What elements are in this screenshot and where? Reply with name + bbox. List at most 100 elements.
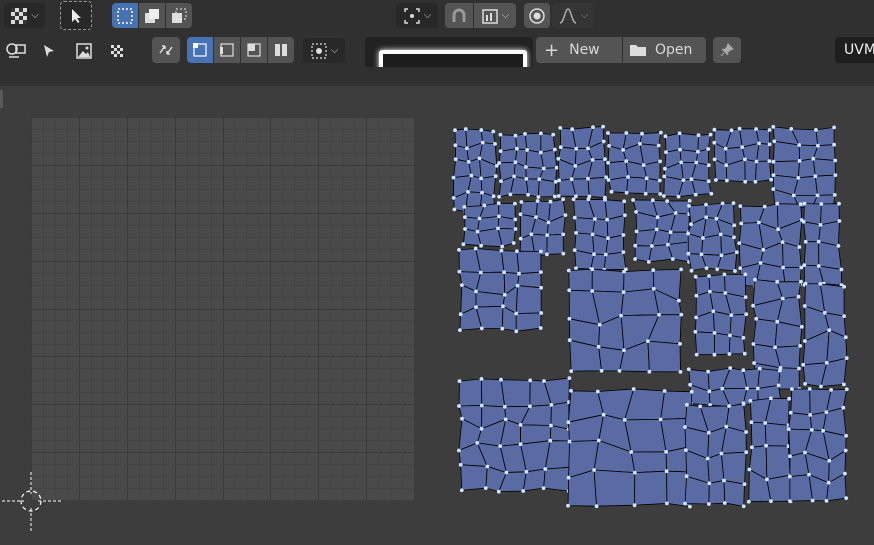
uv-vertex[interactable] — [762, 204, 767, 209]
uv-island[interactable] — [631, 198, 692, 264]
uv-vertex[interactable] — [751, 303, 755, 308]
uv-vertex[interactable] — [798, 202, 803, 207]
uv-vertex[interactable] — [451, 175, 456, 180]
uv-vertex[interactable] — [515, 146, 519, 151]
uv-vertex[interactable] — [453, 157, 458, 162]
uv-vertex[interactable] — [816, 264, 821, 268]
uv-face[interactable] — [630, 451, 668, 474]
uv-vertex[interactable] — [788, 474, 792, 479]
uv-vertex[interactable] — [718, 232, 723, 237]
uv-vertex[interactable] — [688, 382, 692, 387]
uv-vertex[interactable] — [650, 244, 654, 248]
uv-vertex[interactable] — [728, 333, 732, 338]
uv-face[interactable] — [815, 126, 835, 147]
uv-island[interactable] — [801, 281, 849, 389]
uv-face[interactable] — [634, 470, 668, 506]
uv-vertex[interactable] — [515, 283, 520, 288]
uv-vertex[interactable] — [528, 404, 532, 409]
uv-vertex[interactable] — [485, 464, 490, 469]
uv-vertex[interactable] — [632, 470, 637, 475]
uv-vertex[interactable] — [689, 268, 694, 273]
uv-face[interactable] — [623, 269, 655, 293]
uv-vertex[interactable] — [482, 203, 487, 208]
uv-vertex[interactable] — [524, 469, 529, 474]
uv-face[interactable] — [574, 217, 596, 235]
uv-vertex[interactable] — [767, 159, 772, 163]
uv-vertex[interactable] — [704, 202, 708, 207]
uv-vertex[interactable] — [802, 304, 807, 308]
uv-vertex[interactable] — [508, 192, 513, 197]
uv-vertex[interactable] — [714, 216, 719, 221]
uv-vertex[interactable] — [609, 189, 614, 194]
uv-vertex[interactable] — [818, 282, 823, 286]
uv-vertex[interactable] — [591, 125, 595, 129]
uv-vertex[interactable] — [807, 387, 812, 391]
uv-vertex[interactable] — [741, 504, 746, 509]
uv-face[interactable] — [500, 379, 531, 408]
uv-vertex[interactable] — [799, 324, 804, 329]
uv-vertex[interactable] — [662, 389, 667, 393]
uv-vertex[interactable] — [741, 368, 746, 373]
uv-vertex[interactable] — [466, 190, 470, 194]
uv-vertex[interactable] — [515, 249, 519, 254]
uv-vertex[interactable] — [706, 369, 710, 374]
uv-vertex[interactable] — [799, 279, 803, 284]
uv-face[interactable] — [592, 233, 609, 255]
uv-vertex[interactable] — [621, 250, 626, 255]
uv-vertex[interactable] — [538, 326, 543, 330]
uv-vertex[interactable] — [658, 192, 663, 196]
uv-vertex[interactable] — [597, 322, 602, 327]
uv-vertex[interactable] — [796, 294, 801, 299]
new-image-button[interactable]: + New — [536, 37, 622, 63]
uv-vertex[interactable] — [778, 368, 782, 373]
uv-vertex[interactable] — [773, 345, 777, 350]
uv-vertex[interactable] — [542, 379, 546, 383]
uv-vertex[interactable] — [574, 146, 579, 151]
uv-face[interactable] — [624, 418, 667, 453]
uv-island[interactable] — [693, 272, 749, 357]
uv-vertex[interactable] — [551, 132, 556, 137]
uv-vertex[interactable] — [738, 266, 743, 270]
uv-vertex[interactable] — [658, 159, 662, 164]
uv-vertex[interactable] — [757, 220, 761, 225]
uv-vertex[interactable] — [571, 197, 576, 202]
uv-vertex[interactable] — [781, 265, 785, 270]
uv-vertex[interactable] — [524, 165, 528, 169]
uv-vertex[interactable] — [841, 405, 846, 410]
uv-island[interactable] — [457, 246, 544, 334]
uv-face[interactable] — [708, 273, 726, 294]
uv-vertex[interactable] — [474, 305, 478, 309]
uv-vertex[interactable] — [491, 129, 496, 134]
uv-vertex[interactable] — [843, 471, 847, 476]
uv-vertex[interactable] — [676, 194, 681, 199]
uv-vertex[interactable] — [463, 215, 467, 219]
uv-face[interactable] — [764, 422, 790, 447]
image-display-button[interactable] — [71, 38, 97, 63]
uv-vertex[interactable] — [621, 148, 625, 152]
uv-vertex[interactable] — [670, 257, 675, 261]
uv-vertex[interactable] — [511, 241, 516, 245]
uv-vertex[interactable] — [606, 160, 610, 165]
uv-vertex[interactable] — [457, 404, 461, 408]
uv-vertex[interactable] — [603, 157, 607, 161]
uv-vertex[interactable] — [844, 356, 849, 360]
uv-vertex[interactable] — [549, 403, 554, 407]
uv-face[interactable] — [591, 268, 625, 293]
uv-vertex[interactable] — [824, 499, 829, 503]
uv-face[interactable] — [790, 388, 811, 416]
uv-face[interactable] — [788, 412, 813, 431]
uv-vertex[interactable] — [724, 163, 729, 168]
uv-vertex[interactable] — [590, 267, 595, 272]
uv-vertex[interactable] — [545, 233, 550, 237]
uv-vertex[interactable] — [769, 499, 773, 503]
uv-face[interactable] — [587, 176, 607, 199]
uv-vertex[interactable] — [749, 420, 754, 425]
uv-vertex[interactable] — [803, 239, 808, 244]
uv-vertex[interactable] — [707, 481, 712, 486]
uv-face[interactable] — [460, 464, 488, 491]
uv-face[interactable] — [756, 142, 771, 162]
uv-vertex[interactable] — [694, 293, 699, 298]
uv-island[interactable] — [746, 396, 793, 504]
uv-vertex[interactable] — [563, 213, 568, 217]
uv-vertex[interactable] — [631, 198, 635, 202]
